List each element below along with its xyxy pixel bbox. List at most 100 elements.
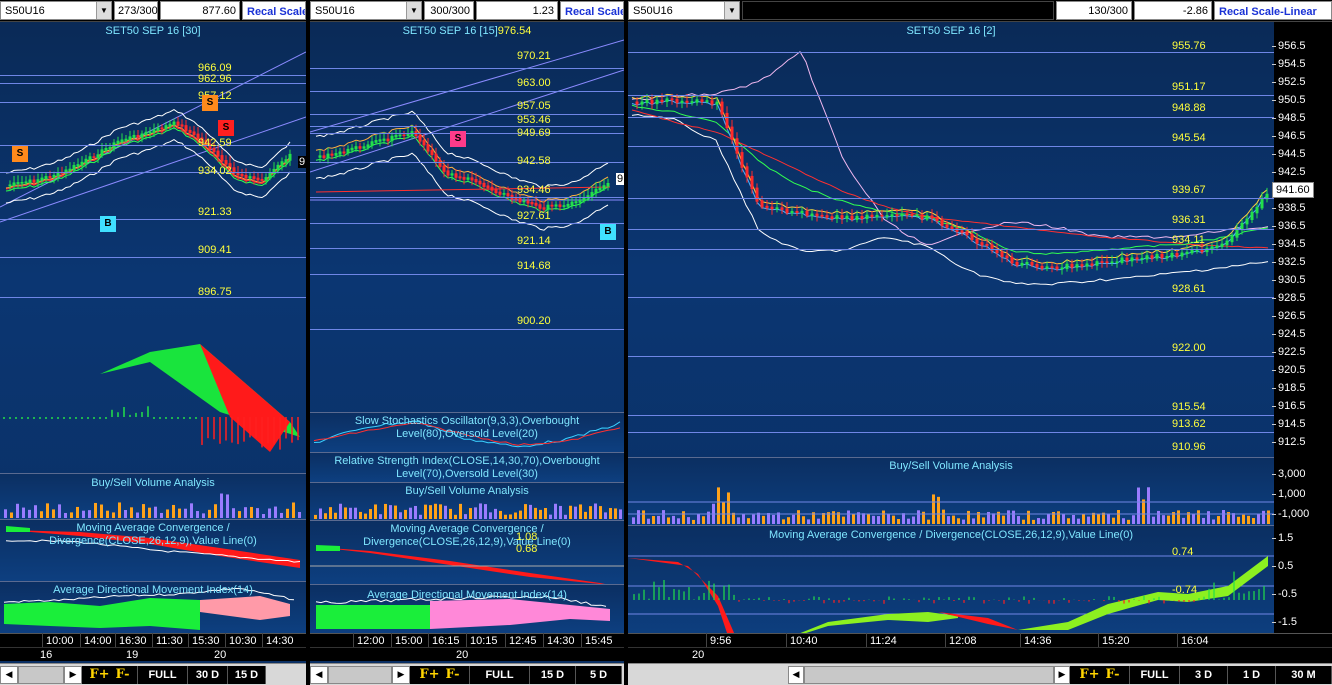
level-label: 948.88 — [1172, 102, 1206, 114]
scrollbar[interactable] — [328, 665, 392, 684]
time-tick: 16:04 — [1177, 633, 1209, 647]
price-tick: 916.5 — [1272, 400, 1306, 412]
price-axis[interactable]: 956.5 954.5 952.5 950.5 948.5 946.5 944.… — [1271, 22, 1332, 641]
adx-title: Average Directional Movement Index(14) — [367, 589, 567, 601]
period-15d-button[interactable]: 15 D — [228, 665, 266, 684]
level-label: 970.21 — [517, 50, 551, 62]
pane-header: S50U16 ▼ 273/300 877.60 Recal Scale — [0, 0, 306, 22]
chart-title: SET50 SEP 16 [2] — [906, 25, 996, 37]
time-tick: 10:15 — [466, 633, 498, 647]
zoom-controls: F+ F- — [1070, 665, 1130, 684]
symbol-select[interactable]: S50U16 ▼ — [628, 1, 740, 20]
chevron-down-icon[interactable]: ▼ — [96, 2, 111, 19]
macd-tick: -1.5 — [1272, 616, 1297, 628]
scroll-left-icon[interactable]: ◀ — [310, 665, 328, 684]
volume-tick: -1,000 — [1271, 508, 1310, 520]
level-label: 951.17 — [1172, 81, 1206, 93]
period-15d-button[interactable]: 15 D — [530, 665, 576, 684]
price-tick: 936.5 — [1272, 220, 1306, 232]
macd-panel: Moving Average Convergence / Divergence(… — [310, 520, 624, 584]
time-tick: 11:24 — [866, 633, 897, 647]
macd-panel: Moving Average Convergence / Divergence(… — [0, 519, 306, 581]
rsi-title: Relative Strength Index(CLOSE,14,30,70),… — [334, 455, 600, 480]
price-tick: 944.5 — [1272, 148, 1306, 160]
level-label: 900.20 — [517, 315, 551, 327]
symbol-select[interactable]: S50U16 ▼ — [0, 1, 112, 20]
period-30m-button[interactable]: 30 M — [1276, 665, 1332, 684]
recal-scale-button[interactable]: Recal Scale — [560, 1, 624, 20]
time-tick: 14:00 — [80, 633, 112, 647]
price-tick: 956.5 — [1272, 40, 1306, 52]
zoom-out-button[interactable]: F- — [446, 667, 460, 682]
chart-area[interactable]: SET50 SEP 16 [30] 966.09 962.96 957.12 9… — [0, 22, 306, 663]
level-label: 909.41 — [198, 244, 232, 256]
price-tick: 938.5 — [1272, 202, 1306, 214]
scroll-right-icon[interactable]: ▶ — [392, 665, 410, 684]
volume-panel: Buy/Sell Volume Analysis — [628, 457, 1274, 525]
full-button[interactable]: FULL — [1130, 665, 1180, 684]
time-tick: 16:15 — [428, 633, 460, 647]
price-tick: 942.5 — [1272, 166, 1306, 178]
price-tick: 914.5 — [1272, 418, 1306, 430]
price-tick: 932.5 — [1272, 256, 1306, 268]
recal-scale-linear-button[interactable]: Recal Scale-Linear — [1214, 1, 1332, 20]
full-button[interactable]: FULL — [138, 665, 188, 684]
header-spacer — [742, 1, 1054, 20]
macd-tick: 1.5 — [1271, 532, 1294, 544]
chart-title: SET50 SEP 16 [30] — [105, 25, 201, 37]
zoom-in-button[interactable]: F+ — [1079, 667, 1099, 682]
scrollbar[interactable] — [804, 665, 1054, 684]
buy-signal-marker[interactable]: B — [600, 224, 616, 240]
volume-title: Buy/Sell Volume Analysis — [889, 460, 1013, 472]
zoom-in-button[interactable]: F+ — [89, 667, 109, 682]
macd-tick: 0.5 — [1271, 560, 1294, 572]
level-label: 962.96 — [198, 73, 232, 85]
period-3d-button[interactable]: 3 D — [1180, 665, 1228, 684]
time-tick: 14:30 — [262, 633, 294, 647]
time-tick: 12:45 — [505, 633, 537, 647]
date-axis: 20 — [628, 647, 1332, 661]
scroll-left-icon[interactable]: ◀ — [0, 665, 18, 684]
scrollbar[interactable] — [18, 665, 64, 684]
chart-area[interactable]: SET50 SEP 16 [2] 955.76 951.17 948.88 94… — [628, 22, 1274, 641]
chevron-down-icon[interactable]: ▼ — [406, 2, 421, 19]
time-axis: 9:56 10:40 11:24 12:08 14:36 15:20 16:04 — [628, 633, 1332, 647]
volume-tick: 3,000 — [1272, 468, 1306, 480]
chart-pane-15: S50U16 ▼ 300/300 1.23 Recal Scale SET50 S… — [310, 0, 624, 685]
sell-signal-marker[interactable]: S — [218, 120, 234, 136]
price-tick: 922.5 — [1272, 346, 1306, 358]
date-tick: 20 — [214, 649, 227, 661]
price-tick: 954.5 — [1272, 58, 1306, 70]
time-tick: 12:08 — [945, 633, 977, 647]
time-tick: 10:40 — [786, 633, 818, 647]
symbol-select[interactable]: S50U16 ▼ — [310, 1, 422, 20]
chevron-down-icon[interactable]: ▼ — [724, 2, 739, 19]
chart-area[interactable]: SET50 SEP 16 [15]976.54 970.21 963.00 95… — [310, 22, 624, 663]
zoom-in-button[interactable]: F+ — [419, 667, 439, 682]
adx-panel: Average Directional Movement Index(14) — [0, 581, 306, 633]
sell-signal-marker[interactable]: S — [202, 95, 218, 111]
time-axis: 10:00 14:00 16:30 11:30 15:30 10:30 14:3… — [0, 633, 306, 647]
sell-signal-marker[interactable]: S — [12, 146, 28, 162]
period-1d-button[interactable]: 1 D — [1228, 665, 1276, 684]
full-button[interactable]: FULL — [470, 665, 530, 684]
scroll-left-icon[interactable]: ◀ — [788, 665, 804, 684]
macd-level: -0.74 — [1172, 584, 1198, 596]
price-tick: 928.5 — [1272, 292, 1306, 304]
level-label: 976.54 — [497, 25, 532, 37]
scroll-right-icon[interactable]: ▶ — [1054, 665, 1070, 684]
scroll-right-icon[interactable]: ▶ — [64, 665, 82, 684]
date-tick: 19 — [126, 649, 139, 661]
level-label: 934.11 — [1172, 234, 1205, 246]
recal-scale-button[interactable]: Recal Scale — [242, 1, 306, 20]
period-30d-button[interactable]: 30 D — [188, 665, 228, 684]
period-5d-button[interactable]: 5 D — [576, 665, 622, 684]
pane-header: S50U16 ▼ 300/300 1.23 Recal Scale — [310, 0, 624, 22]
macd-title: Moving Average Convergence / Divergence(… — [363, 523, 571, 548]
price-tick: 952.5 — [1272, 76, 1306, 88]
zoom-out-button[interactable]: F- — [1106, 667, 1120, 682]
buy-signal-marker[interactable]: B — [100, 216, 116, 232]
zoom-out-button[interactable]: F- — [116, 667, 130, 682]
price-tick: 946.5 — [1272, 130, 1306, 142]
sell-signal-marker[interactable]: S — [450, 131, 466, 147]
